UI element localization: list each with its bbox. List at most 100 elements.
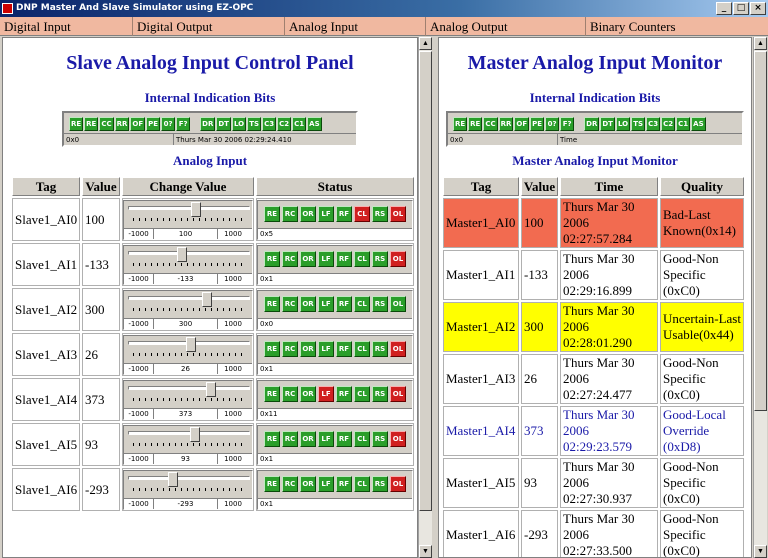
status-flag-re[interactable]: RE [264,340,280,357]
status-flag-rs[interactable]: RS [372,385,388,402]
iib-bit-re[interactable]: RE [69,117,84,131]
status-flag-rf[interactable]: RF [336,385,352,402]
status-flag-re[interactable]: RE [264,430,280,447]
value-slider[interactable]: -1000 93 1000 [123,424,253,465]
status-flag-or[interactable]: OR [300,430,316,447]
iib-bit-ts[interactable]: TS [631,117,646,131]
status-flag-rf[interactable]: RF [336,430,352,447]
scroll-down-icon[interactable]: ▼ [754,545,767,558]
iib-bit-c3[interactable]: C3 [262,117,277,131]
status-flag-ol[interactable]: OL [390,385,406,402]
scroll-thumb[interactable] [754,51,767,411]
slider-knob[interactable] [206,381,217,397]
value-slider[interactable]: -1000 373 1000 [123,379,253,420]
iib-bit-as[interactable]: AS [307,117,322,131]
scroll-thumb[interactable] [419,51,432,511]
iib-bit-0q[interactable]: 0? [161,117,176,131]
status-flag-or[interactable]: OR [300,475,316,492]
iib-bit-ts[interactable]: TS [247,117,262,131]
master-scrollbar[interactable]: ▲ ▼ [753,37,767,558]
iib-bit-rr[interactable]: RR [114,117,130,131]
tab-analog-output[interactable]: Analog Output [426,17,586,36]
status-flag-cl[interactable]: CL [354,250,370,267]
iib-bit-dr[interactable]: DR [584,117,600,131]
status-flag-re[interactable]: RE [264,205,280,222]
iib-bit-dt[interactable]: DT [600,117,615,131]
scroll-down-icon[interactable]: ▼ [419,545,432,558]
status-flag-rs[interactable]: RS [372,205,388,222]
status-flag-or[interactable]: OR [300,295,316,312]
status-flag-cl[interactable]: CL [354,340,370,357]
status-flag-rs[interactable]: RS [372,430,388,447]
status-flag-re[interactable]: RE [264,295,280,312]
status-flag-re[interactable]: RE [264,475,280,492]
tab-digital-output[interactable]: Digital Output [133,17,285,36]
iib-bit-cc[interactable]: CC [483,117,498,131]
scroll-up-icon[interactable]: ▲ [754,37,767,50]
status-flag-ol[interactable]: OL [390,340,406,357]
iib-bit-lo[interactable]: LO [231,117,247,131]
status-flag-ol[interactable]: OL [390,250,406,267]
status-flag-rc[interactable]: RC [282,430,298,447]
status-flag-lf[interactable]: LF [318,250,334,267]
status-flag-rc[interactable]: RC [282,475,298,492]
value-slider[interactable]: -1000 -293 1000 [123,469,253,510]
status-flag-ol[interactable]: OL [390,295,406,312]
iib-bit-rr[interactable]: RR [498,117,514,131]
status-flag-cl[interactable]: CL [354,430,370,447]
iib-bit-re[interactable]: RE [453,117,468,131]
value-slider[interactable]: -1000 -133 1000 [123,244,253,285]
iib-bit-lo[interactable]: LO [615,117,631,131]
maximize-button[interactable]: □ [733,2,749,15]
iib-bit-fq[interactable]: F? [560,117,575,131]
status-flag-ol[interactable]: OL [390,430,406,447]
value-slider[interactable]: -1000 26 1000 [123,334,253,375]
status-flag-or[interactable]: OR [300,205,316,222]
tab-binary-counters[interactable]: Binary Counters [586,17,768,36]
status-flag-lf[interactable]: LF [318,295,334,312]
slider-knob[interactable] [186,336,197,352]
status-flag-or[interactable]: OR [300,385,316,402]
iib-bit-as[interactable]: AS [691,117,706,131]
slave-scrollbar[interactable]: ▲ ▼ [418,37,432,558]
status-flag-lf[interactable]: LF [318,385,334,402]
status-flag-lf[interactable]: LF [318,475,334,492]
status-flag-ol[interactable]: OL [390,475,406,492]
status-flag-rs[interactable]: RS [372,295,388,312]
slider-knob[interactable] [202,291,213,307]
status-flag-rc[interactable]: RC [282,340,298,357]
slider-knob[interactable] [177,246,188,262]
status-flag-lf[interactable]: LF [318,430,334,447]
status-flag-rf[interactable]: RF [336,250,352,267]
iib-bit-pe[interactable]: PE [530,117,545,131]
status-flag-or[interactable]: OR [300,250,316,267]
iib-bit-of[interactable]: OF [514,117,530,131]
iib-bit-c1[interactable]: C1 [292,117,307,131]
iib-bit-c2[interactable]: C2 [277,117,292,131]
status-flag-rs[interactable]: RS [372,475,388,492]
status-flag-ol[interactable]: OL [390,205,406,222]
status-flag-lf[interactable]: LF [318,205,334,222]
slider-knob[interactable] [168,471,179,487]
status-flag-rs[interactable]: RS [372,340,388,357]
status-flag-re[interactable]: RE [264,385,280,402]
iib-bit-0q[interactable]: 0? [545,117,560,131]
value-slider[interactable]: -1000 300 1000 [123,289,253,330]
close-button[interactable]: × [750,2,766,15]
iib-bit-dt[interactable]: DT [216,117,231,131]
status-flag-rs[interactable]: RS [372,250,388,267]
status-flag-cl[interactable]: CL [354,295,370,312]
status-flag-rc[interactable]: RC [282,385,298,402]
slider-knob[interactable] [190,201,201,217]
status-flag-rc[interactable]: RC [282,205,298,222]
status-flag-lf[interactable]: LF [318,340,334,357]
iib-bit-c3[interactable]: C3 [646,117,661,131]
value-slider[interactable]: -1000 100 1000 [123,199,253,240]
iib-bit-re[interactable]: RE [84,117,99,131]
slider-knob[interactable] [190,426,201,442]
tab-analog-input[interactable]: Analog Input [285,17,426,36]
iib-bit-pe[interactable]: PE [146,117,161,131]
status-flag-rc[interactable]: RC [282,250,298,267]
iib-bit-dr[interactable]: DR [200,117,216,131]
minimize-button[interactable]: _ [716,2,732,15]
